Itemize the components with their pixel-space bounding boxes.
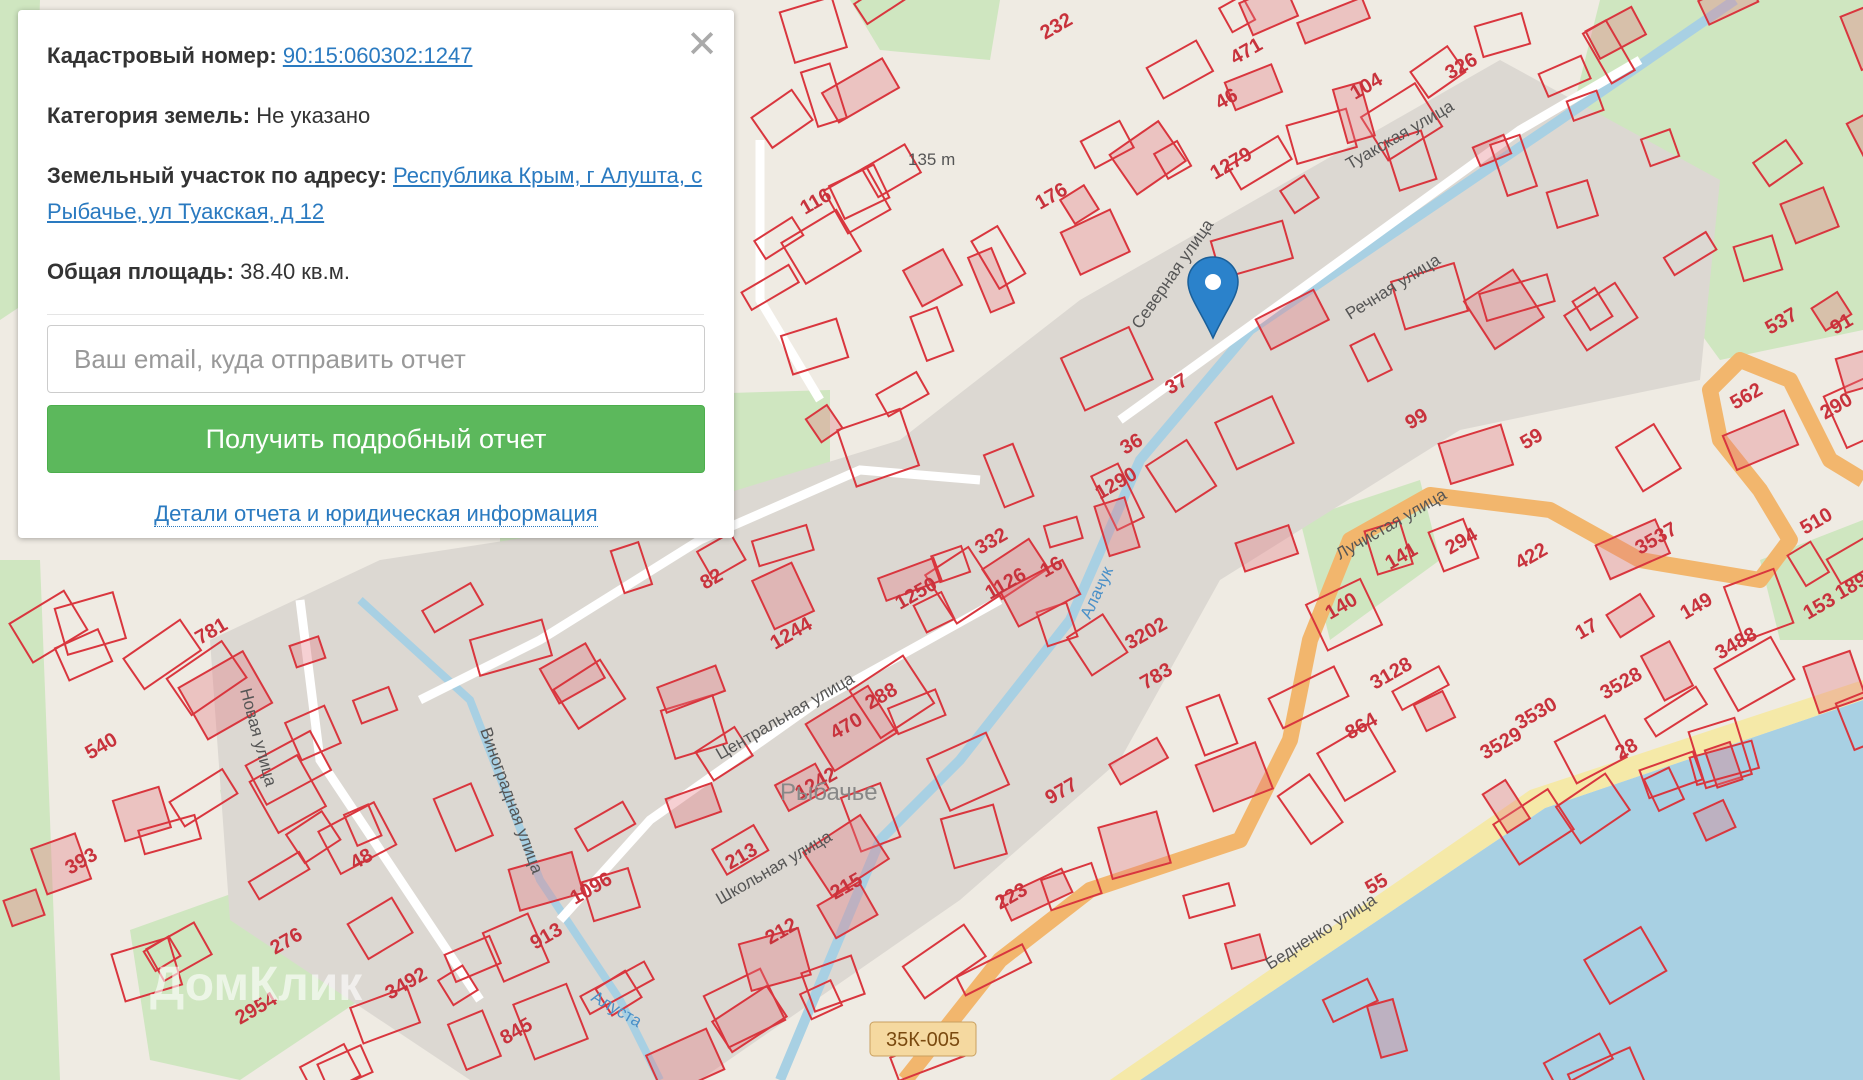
- area-value: 38.40 кв.м.: [240, 259, 350, 284]
- locality-label: Рыбачье: [780, 779, 878, 806]
- svg-text:35К-005: 35К-005: [886, 1029, 960, 1051]
- address-label: Земельный участок по адресу:: [47, 163, 387, 188]
- area-row: Общая площадь: 38.40 кв.м.: [47, 254, 704, 290]
- land-category-label: Категория земель:: [47, 103, 251, 128]
- elevation-label: 135 m: [908, 150, 955, 169]
- land-category-row: Категория земель: Не указано: [47, 98, 704, 134]
- watermark: ДомКлик: [150, 958, 363, 1011]
- report-details-link[interactable]: Детали отчета и юридическая информация: [154, 501, 598, 527]
- cadastral-number-label: Кадастровый номер:: [47, 43, 277, 68]
- area-label: Общая площадь:: [47, 259, 235, 284]
- cadastral-number-row: Кадастровый номер: 90:15:060302:1247: [47, 38, 704, 74]
- cadastral-number-link[interactable]: 90:15:060302:1247: [283, 43, 473, 68]
- land-category-value: Не указано: [256, 103, 371, 128]
- email-input[interactable]: [47, 325, 705, 393]
- details-row: Детали отчета и юридическая информация: [47, 501, 705, 527]
- divider: [47, 314, 704, 315]
- close-icon[interactable]: ✕: [686, 26, 718, 64]
- address-row: Земельный участок по адресу: Республика …: [47, 158, 704, 230]
- parcel-info-popup: ✕ Кадастровый номер: 90:15:060302:1247 К…: [18, 10, 734, 538]
- get-report-button[interactable]: Получить подробный отчет: [47, 405, 705, 473]
- road-shield: 35К-005: [869, 1021, 977, 1057]
